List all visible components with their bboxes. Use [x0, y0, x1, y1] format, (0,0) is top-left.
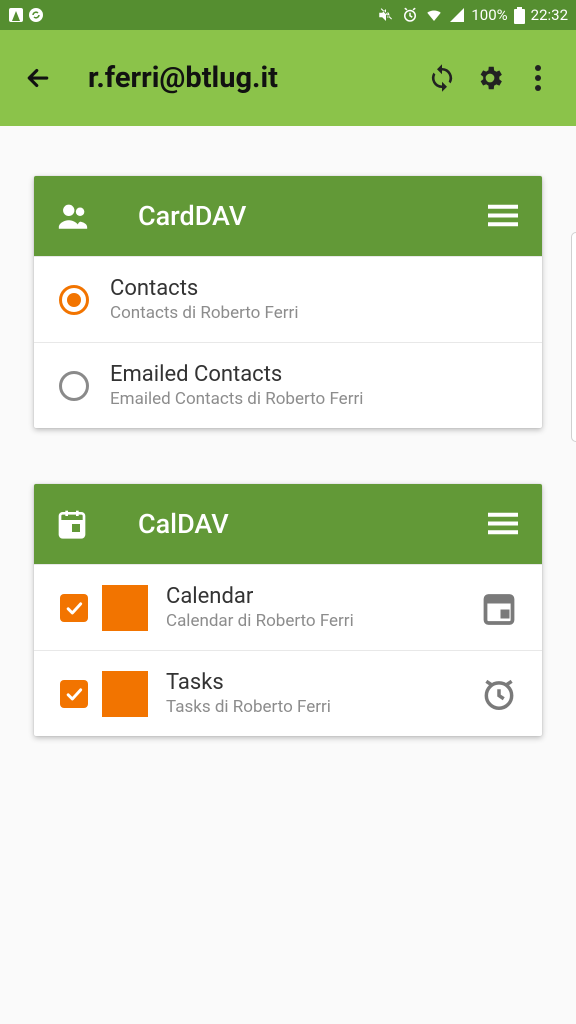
checkbox-checked[interactable] — [56, 594, 92, 622]
radio-unselected[interactable] — [56, 371, 92, 401]
clock-text: 22:32 — [531, 6, 568, 24]
item-subtitle: Contacts di Roberto Ferri — [110, 303, 520, 323]
caldav-item-calendar[interactable]: Calendar Calendar di Roberto Ferri — [34, 564, 542, 650]
settings-button[interactable] — [466, 54, 514, 102]
app-bar: r.ferri@btlug.it — [0, 30, 576, 126]
item-subtitle: Calendar di Roberto Ferri — [166, 611, 478, 631]
battery-text: 100% — [471, 6, 507, 24]
status-bar: 100% 22:32 — [0, 0, 576, 30]
item-subtitle: Tasks di Roberto Ferri — [166, 697, 478, 717]
caldav-item-tasks[interactable]: Tasks Tasks di Roberto Ferri — [34, 650, 542, 736]
people-icon — [56, 199, 90, 233]
calendar-icon — [56, 508, 90, 540]
item-title: Tasks — [166, 670, 478, 695]
item-subtitle: Emailed Contacts di Roberto Ferri — [110, 389, 520, 409]
item-title: Contacts — [110, 276, 520, 301]
alarm-clock-icon — [478, 675, 520, 713]
checkbox-checked[interactable] — [56, 680, 92, 708]
wifi-icon — [425, 6, 443, 24]
caldav-header: CalDAV — [34, 484, 542, 564]
calendar-event-icon — [478, 590, 520, 626]
sync-indicator-icon — [28, 7, 44, 23]
back-button[interactable] — [14, 54, 62, 102]
battery-icon — [514, 7, 525, 24]
caldav-title: CalDAV — [138, 508, 486, 540]
app-indicator-icon — [8, 7, 24, 23]
caldav-menu-button[interactable] — [486, 511, 520, 537]
side-handle[interactable] — [571, 232, 576, 442]
overflow-menu-button[interactable] — [514, 54, 562, 102]
carddav-header: CardDAV — [34, 176, 542, 256]
carddav-card: CardDAV Contacts Contacts di Roberto Fer… — [34, 176, 542, 428]
carddav-menu-button[interactable] — [486, 203, 520, 229]
content-area: CardDAV Contacts Contacts di Roberto Fer… — [0, 126, 576, 736]
color-swatch — [102, 585, 148, 631]
carddav-item-contacts[interactable]: Contacts Contacts di Roberto Ferri — [34, 256, 542, 342]
mute-icon — [377, 6, 395, 24]
alarm-icon — [401, 6, 419, 24]
item-title: Emailed Contacts — [110, 362, 520, 387]
radio-selected[interactable] — [56, 285, 92, 315]
sync-button[interactable] — [418, 54, 466, 102]
carddav-title: CardDAV — [138, 200, 486, 232]
item-title: Calendar — [166, 584, 478, 609]
caldav-card: CalDAV Calendar Calendar di Roberto Ferr… — [34, 484, 542, 736]
carddav-item-emailed-contacts[interactable]: Emailed Contacts Emailed Contacts di Rob… — [34, 342, 542, 428]
signal-icon — [449, 7, 465, 23]
page-title: r.ferri@btlug.it — [88, 61, 418, 95]
color-swatch — [102, 671, 148, 717]
